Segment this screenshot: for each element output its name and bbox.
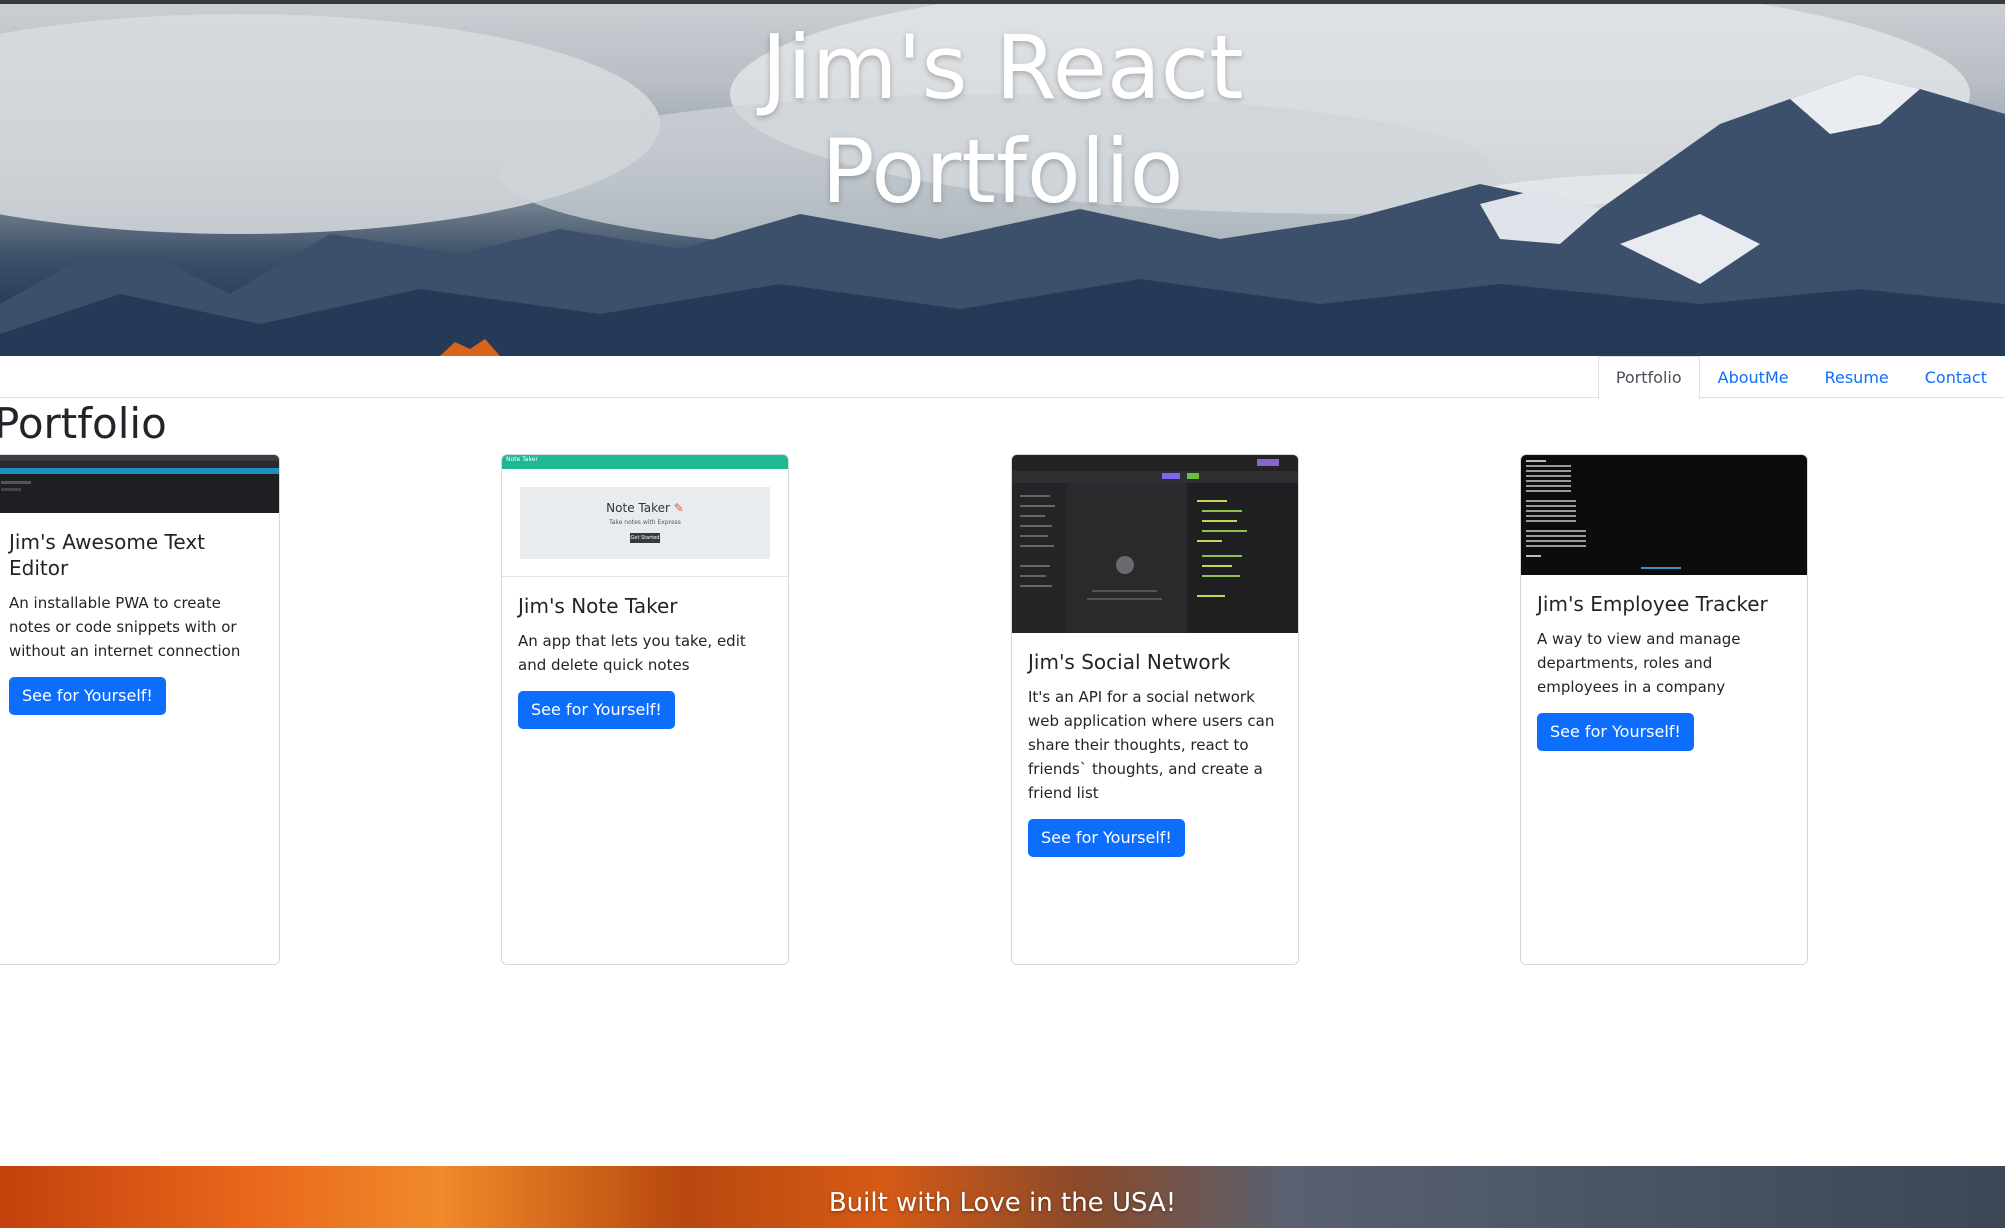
thumbnail-nav-text: Note Taker	[506, 456, 538, 463]
card-body: Jim's Employee Tracker A way to view and…	[1521, 575, 1807, 751]
tab-aboutme[interactable]: AboutMe	[1700, 356, 1807, 398]
card-title: Jim's Social Network	[1028, 650, 1231, 674]
thumbnail-jumbotron: Note Taker ✎ Take notes with Express Get…	[520, 487, 770, 559]
employee-tracker-screenshot-image	[1526, 460, 1681, 569]
project-card-employee-tracker: Jim's Employee Tracker A way to view and…	[1520, 454, 1808, 965]
section-title: Portfolio	[0, 399, 167, 448]
card-body: Jim's Note Taker An app that lets you ta…	[502, 577, 788, 729]
project-thumbnail	[1012, 455, 1298, 633]
project-thumbnail: Note Taker Note Taker ✎ Take notes with …	[502, 455, 788, 577]
card-description: A way to view and manage departments, ro…	[1537, 630, 1741, 696]
project-thumbnail	[0, 455, 279, 513]
header-banner: Jim's React Portfolio	[0, 4, 2005, 356]
card-body: Jim's Awesome Text Editor An installable…	[0, 513, 279, 715]
thumbnail-button: Get Started	[630, 533, 660, 543]
project-card-note-taker: Note Taker Note Taker ✎ Take notes with …	[501, 454, 789, 965]
project-card-text-editor: Jim's Awesome Text Editor An installable…	[0, 454, 280, 965]
footer-banner: Built with Love in the USA!	[0, 1166, 2005, 1228]
card-title: Jim's Awesome Text Editor	[9, 530, 205, 580]
card-description: An installable PWA to create notes or co…	[9, 594, 241, 660]
project-thumbnail	[1521, 455, 1807, 575]
page-title-line-2: Portfolio	[821, 120, 1184, 223]
see-for-yourself-button[interactable]: See for Yourself!	[9, 677, 166, 715]
card-title: Jim's Employee Tracker	[1537, 592, 1768, 616]
nav-tabs: Portfolio AboutMe Resume Contact	[1597, 356, 2005, 399]
card-title: Jim's Note Taker	[518, 594, 678, 618]
card-body: Jim's Social Network It's an API for a s…	[1012, 633, 1298, 857]
thumbnail-navbar: Note Taker	[502, 455, 788, 469]
see-for-yourself-button[interactable]: See for Yourself!	[1028, 819, 1185, 857]
main-nav: Portfolio AboutMe Resume Contact	[0, 356, 2005, 399]
page-title: Jim's React Portfolio	[0, 16, 2005, 224]
footer-text: Built with Love in the USA!	[828, 1188, 1177, 1218]
see-for-yourself-button[interactable]: See for Yourself!	[1537, 713, 1694, 751]
thumbnail-heading: Note Taker ✎	[606, 501, 684, 515]
social-network-screenshot-image	[1012, 455, 1298, 633]
project-card-social-network: Jim's Social Network It's an API for a s…	[1011, 454, 1299, 965]
card-description: An app that lets you take, edit and dele…	[518, 632, 746, 674]
text-editor-screenshot-image	[0, 455, 279, 491]
tab-contact[interactable]: Contact	[1907, 356, 2005, 398]
thumbnail-subheading: Take notes with Express	[609, 519, 681, 526]
tab-portfolio[interactable]: Portfolio	[1597, 356, 1700, 399]
see-for-yourself-button[interactable]: See for Yourself!	[518, 691, 675, 729]
tab-resume[interactable]: Resume	[1807, 356, 1907, 398]
card-description: It's an API for a social network web app…	[1028, 688, 1275, 802]
page-title-line-1: Jim's React	[761, 16, 1244, 119]
